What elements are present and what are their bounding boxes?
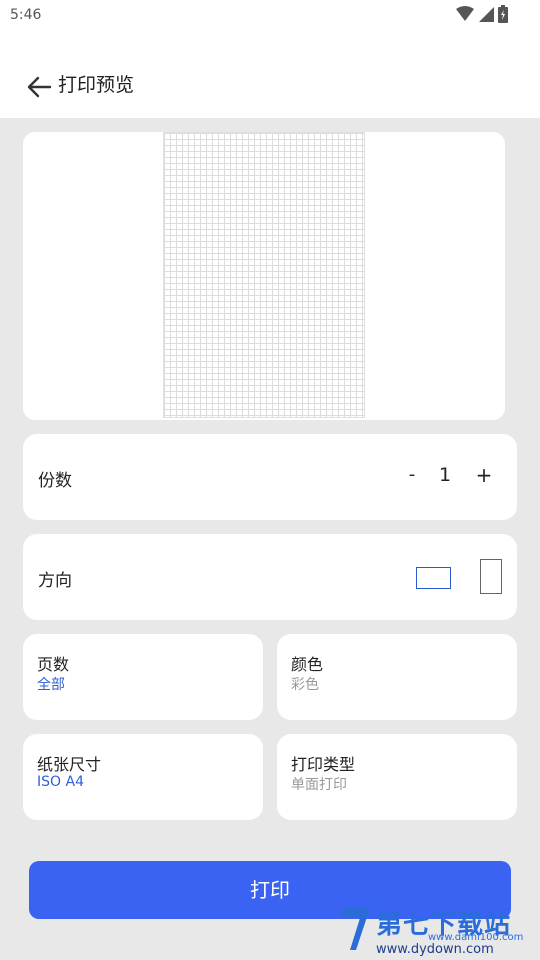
color-title: 颜色 (291, 655, 324, 674)
preview-page (163, 132, 365, 418)
paper-size-value: ISO A4 (37, 774, 84, 790)
watermark: 第七下载站 www.dami100.com www.dydown.com (336, 902, 536, 958)
app-bar: 打印预览 (0, 32, 540, 118)
pages-value: 全部 (37, 677, 65, 693)
battery-icon (498, 5, 508, 23)
print-type-card[interactable]: 打印类型 单面打印 (277, 734, 517, 820)
orientation-label: 方向 (38, 571, 72, 591)
arrow-back-icon[interactable] (24, 72, 54, 102)
wifi-icon (456, 6, 474, 21)
color-value: 彩色 (291, 677, 319, 693)
page-title: 打印预览 (58, 74, 135, 96)
status-icons (456, 5, 508, 23)
paper-size-card[interactable]: 纸张尺寸 ISO A4 (23, 734, 263, 820)
print-type-title: 打印类型 (291, 755, 356, 774)
copies-increment-button[interactable]: + (473, 463, 495, 487)
copies-decrement-button[interactable]: - (401, 464, 423, 485)
paper-size-title: 纸张尺寸 (37, 755, 102, 774)
copies-label: 份数 (38, 471, 72, 491)
copies-value: 1 (438, 464, 452, 486)
color-card[interactable]: 颜色 彩色 (277, 634, 517, 720)
pages-title: 页数 (37, 655, 70, 674)
portrait-orientation-option[interactable] (480, 559, 502, 594)
status-bar: 5:46 (0, 0, 540, 32)
print-type-value: 单面打印 (291, 777, 347, 793)
orientation-card: 方向 (23, 534, 517, 620)
watermark-url: www.dydown.com (376, 942, 494, 957)
signal-icon (479, 7, 494, 22)
landscape-orientation-option[interactable] (416, 567, 451, 589)
pages-card[interactable]: 页数 全部 (23, 634, 263, 720)
copies-card: 份数 - 1 + (23, 434, 517, 520)
status-time: 5:46 (10, 7, 42, 23)
watermark-logo-icon (342, 908, 370, 950)
preview-card (23, 132, 505, 420)
